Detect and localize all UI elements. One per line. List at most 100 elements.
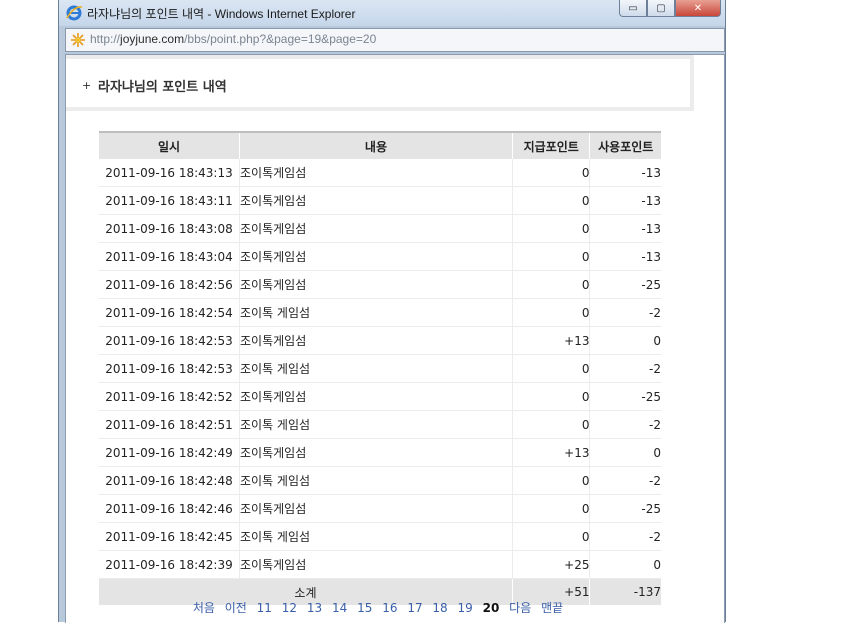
pagination-next[interactable]: 다음 — [509, 601, 531, 615]
cell-content: 조이톡 게임섬 — [239, 466, 513, 495]
cell-content: 조이톡게임섬 — [239, 494, 513, 523]
cell-given: 0 — [512, 354, 591, 383]
cell-content: 조이톡게임섬 — [239, 382, 513, 411]
cell-used: -25 — [589, 270, 661, 299]
url-path: /bbs/point.php?&page=19&page=20 — [184, 32, 377, 46]
address-url: http://joyjune.com/bbs/point.php?&page=1… — [90, 32, 376, 46]
cell-date: 2011-09-16 18:42:49 — [99, 438, 240, 467]
cell-given: 0 — [512, 522, 591, 551]
cell-used: -13 — [589, 214, 661, 243]
cell-date: 2011-09-16 18:43:08 — [99, 214, 240, 243]
address-bar[interactable]: http://joyjune.com/bbs/point.php?&page=1… — [65, 28, 725, 52]
table-row: 2011-09-16 18:43:04 조이톡게임섬 0 -13 — [99, 242, 661, 271]
column-header-date: 일시 — [99, 131, 240, 159]
cell-given: 0 — [512, 466, 591, 495]
cell-content: 조이톡 게임섬 — [239, 522, 513, 551]
pagination-page-11[interactable]: 11 — [257, 601, 272, 615]
pagination-page-17[interactable]: 17 — [407, 601, 422, 615]
cell-date: 2011-09-16 18:42:45 — [99, 522, 240, 551]
table-row: 2011-09-16 18:42:46 조이톡게임섬 0 -25 — [99, 494, 661, 523]
table-row: 2011-09-16 18:43:11 조이톡게임섬 0 -13 — [99, 186, 661, 215]
cell-used: -13 — [589, 186, 661, 215]
minimize-button[interactable]: ▭ — [619, 0, 647, 17]
title-bar: 라자냐님의 포인트 내역 - Windows Internet Explorer… — [59, 0, 725, 26]
cell-used: -13 — [589, 159, 661, 187]
cell-date: 2011-09-16 18:42:56 — [99, 270, 240, 299]
pagination-page-15[interactable]: 15 — [357, 601, 372, 615]
cell-date: 2011-09-16 18:42:46 — [99, 494, 240, 523]
column-header-used-points: 사용포인트 — [589, 131, 661, 159]
table-row: 2011-09-16 18:42:48 조이톡 게임섬 0 -2 — [99, 466, 661, 495]
cell-given: 0 — [512, 298, 591, 327]
cell-date: 2011-09-16 18:42:51 — [99, 410, 240, 439]
cell-given: 0 — [512, 214, 591, 243]
pagination-page-19[interactable]: 19 — [458, 601, 473, 615]
cell-date: 2011-09-16 18:43:13 — [99, 159, 240, 187]
cell-used: 0 — [589, 326, 661, 355]
cell-content: 조이톡게임섬 — [239, 270, 513, 299]
header-bullet: + — [82, 79, 92, 92]
cell-given: 0 — [512, 242, 591, 271]
pagination-first[interactable]: 처음 — [193, 601, 215, 615]
table-row: 2011-09-16 18:42:52 조이톡게임섬 0 -25 — [99, 382, 661, 411]
pagination-page-12[interactable]: 12 — [282, 601, 297, 615]
maximize-button[interactable]: ▢ — [647, 0, 675, 17]
cell-given: 0 — [512, 494, 591, 523]
cell-content: 조이톡 게임섬 — [239, 410, 513, 439]
column-header-content: 내용 — [239, 131, 513, 159]
cell-content: 조이톡게임섬 — [239, 550, 513, 579]
cell-used: 0 — [589, 550, 661, 579]
browser-window: 라자냐님의 포인트 내역 - Windows Internet Explorer… — [58, 0, 726, 623]
cell-given: +13 — [512, 326, 591, 355]
cell-content: 조이톡게임섬 — [239, 186, 513, 215]
cell-given: 0 — [512, 270, 591, 299]
table-row: 2011-09-16 18:42:56 조이톡게임섬 0 -25 — [99, 270, 661, 299]
cell-content: 조이톡게임섬 — [239, 438, 513, 467]
cell-date: 2011-09-16 18:42:54 — [99, 298, 240, 327]
window-title: 라자냐님의 포인트 내역 - Windows Internet Explorer — [87, 7, 356, 21]
table-row: 2011-09-16 18:42:51 조이톡 게임섬 0 -2 — [99, 410, 661, 439]
pagination-prev[interactable]: 이전 — [225, 601, 247, 615]
internet-explorer-icon — [66, 5, 83, 21]
cell-content: 조이톡 게임섬 — [239, 298, 513, 327]
table-row: 2011-09-16 18:42:49 조이톡게임섬 +13 0 — [99, 438, 661, 467]
pagination-last[interactable]: 맨끝 — [541, 601, 563, 615]
cell-date: 2011-09-16 18:42:48 — [99, 466, 240, 495]
pagination-page-16[interactable]: 16 — [382, 601, 397, 615]
cell-content: 조이톡 게임섬 — [239, 354, 513, 383]
cell-content: 조이톡게임섬 — [239, 159, 513, 187]
cell-date: 2011-09-16 18:42:52 — [99, 382, 240, 411]
table-row: 2011-09-16 18:43:13 조이톡게임섬 0 -13 — [99, 159, 661, 187]
table-header-row: 일시 내용 지급포인트 사용포인트 — [99, 131, 661, 159]
cell-content: 조이톡게임섬 — [239, 242, 513, 271]
pagination: 처음 이전 11 12 13 14 15 16 17 18 19 20 다음 맨… — [66, 599, 690, 616]
cell-given: 0 — [512, 186, 591, 215]
cell-given: +25 — [512, 550, 591, 579]
pagination-page-18[interactable]: 18 — [432, 601, 447, 615]
pagination-page-14[interactable]: 14 — [332, 601, 347, 615]
cell-given: 0 — [512, 382, 591, 411]
table-row: 2011-09-16 18:42:53 조이톡 게임섬 0 -2 — [99, 354, 661, 383]
window-controls: ▭ ▢ ✕ — [619, 0, 721, 18]
cell-content: 조이톡게임섬 — [239, 214, 513, 243]
cell-used: -2 — [589, 298, 661, 327]
close-button[interactable]: ✕ — [675, 0, 721, 17]
cell-date: 2011-09-16 18:43:04 — [99, 242, 240, 271]
url-prefix: http:// — [90, 32, 121, 46]
cell-used: -2 — [589, 522, 661, 551]
cell-given: +13 — [512, 438, 591, 467]
cell-used: -25 — [589, 382, 661, 411]
site-favicon-icon — [71, 33, 85, 47]
cell-given: 0 — [512, 410, 591, 439]
cell-used: -2 — [589, 410, 661, 439]
page-content: + 라자냐님의 포인트 내역 일시 내용 지급포인트 사용포인트 2011-09… — [65, 54, 725, 623]
pagination-page-13[interactable]: 13 — [307, 601, 322, 615]
table-row: 2011-09-16 18:42:45 조이톡 게임섬 0 -2 — [99, 522, 661, 551]
cell-used: -13 — [589, 242, 661, 271]
pagination-current-page: 20 — [482, 601, 500, 615]
table-row: 2011-09-16 18:42:39 조이톡게임섬 +25 0 — [99, 550, 661, 579]
cell-used: -2 — [589, 466, 661, 495]
cell-date: 2011-09-16 18:42:53 — [99, 326, 240, 355]
points-table: 일시 내용 지급포인트 사용포인트 2011-09-16 18:43:13 조이톡… — [99, 131, 661, 605]
table-row: 2011-09-16 18:42:53 조이톡게임섬 +13 0 — [99, 326, 661, 355]
